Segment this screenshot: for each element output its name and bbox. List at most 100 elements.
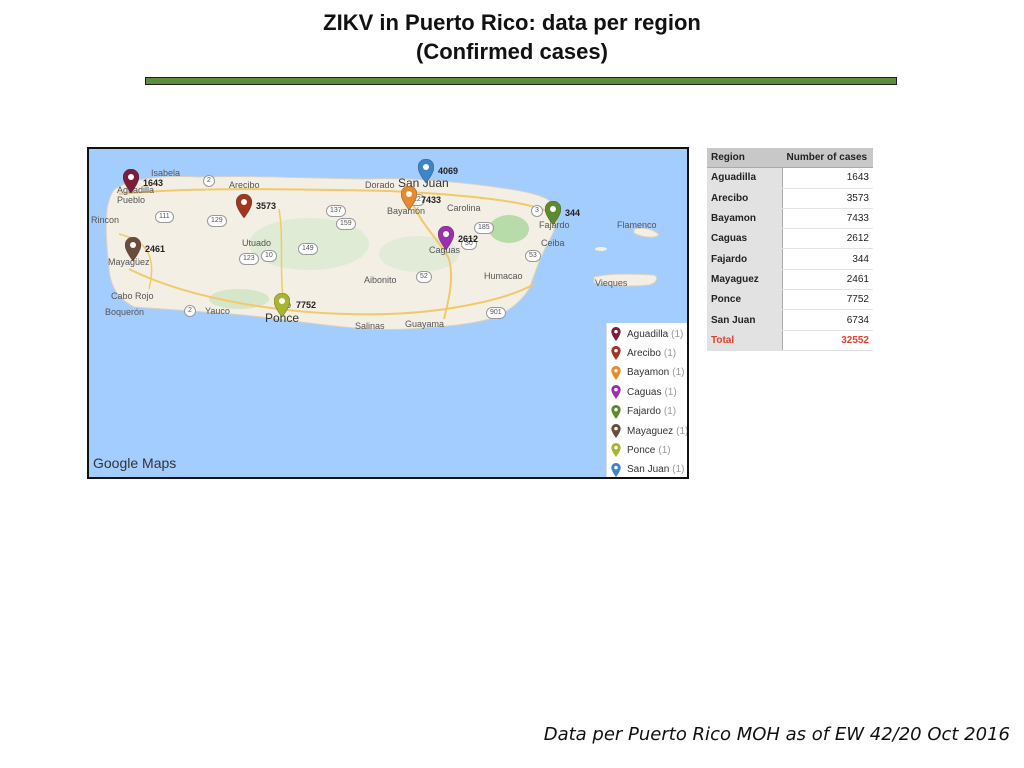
place-pueblo: Pueblo <box>117 195 146 205</box>
place-cabo-rojo: Cabo Rojo <box>111 291 154 301</box>
legend-marker-icon <box>611 327 621 341</box>
map-marker-aguadilla-icon[interactable] <box>122 168 140 194</box>
region-cell: Ponce <box>707 289 783 311</box>
legend-item[interactable]: Arecibo (1) <box>611 344 676 362</box>
place-yauco: Yauco <box>205 306 230 316</box>
map-view[interactable]: Isabela Aguadilla Pueblo Rincon Arecibo … <box>87 147 689 479</box>
legend-marker-icon <box>611 424 621 438</box>
cases-cell: 344 <box>782 248 873 270</box>
map-marker-fajardo-icon[interactable] <box>544 200 562 226</box>
road-shield: 149 <box>298 243 318 255</box>
place-ceiba: Ceiba <box>541 238 565 248</box>
map-marker-label: 7433 <box>421 195 442 205</box>
road-shield: 129 <box>207 215 227 227</box>
legend-item[interactable]: Caguas (1) <box>611 383 677 401</box>
table-row: Mayaguez 2461 <box>707 269 873 291</box>
map-marker-arecibo-icon[interactable] <box>235 193 253 219</box>
column-header-region: Region <box>707 148 783 169</box>
road-shield: 901 <box>486 307 506 319</box>
road-shield: 159 <box>336 218 356 230</box>
place-humacao: Humacao <box>484 271 523 281</box>
region-cell: Caguas <box>707 228 783 250</box>
map-marker-san-juan-icon[interactable] <box>417 158 435 184</box>
map-marker-label: 1643 <box>143 178 164 188</box>
total-value: 32552 <box>782 330 873 351</box>
legend-item[interactable]: Ponce (1) <box>611 441 671 459</box>
legend-label: Aguadilla <box>627 328 669 340</box>
source-note: Data per Puerto Rico MOH as of EW 42/20 … <box>543 724 1010 745</box>
region-cell: San Juan <box>707 309 783 331</box>
legend-marker-icon <box>611 385 621 400</box>
table-row: Arecibo 3573 <box>707 188 873 209</box>
place-arecibo: Arecibo <box>229 180 260 190</box>
map-marker-label: 3573 <box>256 201 277 211</box>
page-title: ZIKV in Puerto Rico: data per region (Co… <box>0 8 1024 66</box>
region-cell: Fajardo <box>707 248 783 270</box>
legend-count: (1) <box>676 425 689 437</box>
place-isabela: Isabela <box>151 168 181 178</box>
legend-item[interactable]: Bayamon (1) <box>611 364 684 382</box>
legend-label: San Juan <box>627 464 670 476</box>
legend-count: (1) <box>658 444 671 456</box>
map-marker-mayaguez-icon[interactable] <box>124 236 142 262</box>
region-cell: Mayaguez <box>707 269 783 291</box>
map-legend: Aguadilla (1) Arecibo (1) Bayamon (1) Caguas (1… <box>606 323 689 477</box>
road-shield: 2 <box>203 175 215 187</box>
road-shield: 52 <box>416 271 432 283</box>
title-line-2: (Confirmed cases) <box>416 39 608 64</box>
map-attribution: Google Maps <box>93 455 177 471</box>
place-aibonito: Aibonito <box>364 275 397 285</box>
cases-cell: 2461 <box>782 269 873 291</box>
legend-count: (1) <box>671 328 684 340</box>
legend-label: Fajardo <box>627 406 661 418</box>
road-shield: 3 <box>531 205 543 217</box>
total-label: Total <box>707 330 783 351</box>
map-marker-label: 4069 <box>438 166 459 176</box>
table-row: Caguas 2612 <box>707 228 873 250</box>
place-utuado: Utuado <box>242 238 272 248</box>
legend-count: (1) <box>672 464 685 476</box>
place-vieques: Vieques <box>595 278 628 288</box>
place-dorado: Dorado <box>365 180 395 190</box>
legend-item[interactable]: Fajardo (1) <box>611 403 676 421</box>
place-flamenco: Flamenco <box>617 220 657 230</box>
road-shield: 111 <box>155 211 174 223</box>
place-carolina: Carolina <box>447 203 481 213</box>
cases-cell: 7433 <box>782 208 873 230</box>
legend-count: (1) <box>663 347 677 359</box>
road-shield: 123 <box>239 253 259 265</box>
map-marker-caguas-icon[interactable] <box>437 225 455 251</box>
legend-count: (1) <box>664 386 677 398</box>
legend-item[interactable]: San Juan (1) <box>611 461 685 477</box>
legend-item[interactable]: Mayaguez (1) <box>611 422 689 440</box>
legend-count: (1) <box>663 406 677 418</box>
table-row: Ponce 7752 <box>707 289 873 311</box>
region-cell: Bayamon <box>707 208 783 230</box>
road-shield: 53 <box>525 250 541 262</box>
region-cell: Arecibo <box>707 188 783 209</box>
legend-marker-icon <box>611 346 621 361</box>
map-marker-label: 344 <box>565 208 581 218</box>
cases-cell: 3573 <box>782 188 873 209</box>
legend-label: Mayaguez <box>627 425 674 437</box>
map-marker-bayamon-icon[interactable] <box>400 185 418 211</box>
cases-cell: 2612 <box>782 228 873 250</box>
road-shield: 137 <box>326 205 346 217</box>
table-row: Fajardo 344 <box>707 248 873 270</box>
table-row: Bayamon 7433 <box>707 208 873 230</box>
map-marker-label: 2461 <box>145 244 166 254</box>
place-salinas: Salinas <box>355 321 385 331</box>
legend-marker-icon <box>611 443 621 458</box>
cases-cell: 1643 <box>782 167 873 189</box>
legend-label: Bayamon <box>627 367 670 379</box>
place-boqueron: Boquerón <box>105 307 145 317</box>
title-divider <box>145 77 897 85</box>
table-total-row: Total 32552 <box>707 330 873 351</box>
map-marker-ponce-icon[interactable] <box>273 292 291 318</box>
legend-item[interactable]: Aguadilla (1) <box>611 325 683 343</box>
place-guayama: Guayama <box>405 319 445 329</box>
cases-table: Region Number of cases Aguadilla 1643 Are… <box>707 148 873 351</box>
column-header-cases: Number of cases <box>782 148 873 169</box>
legend-marker-icon <box>611 462 621 477</box>
map-marker-label: 7752 <box>296 300 317 310</box>
